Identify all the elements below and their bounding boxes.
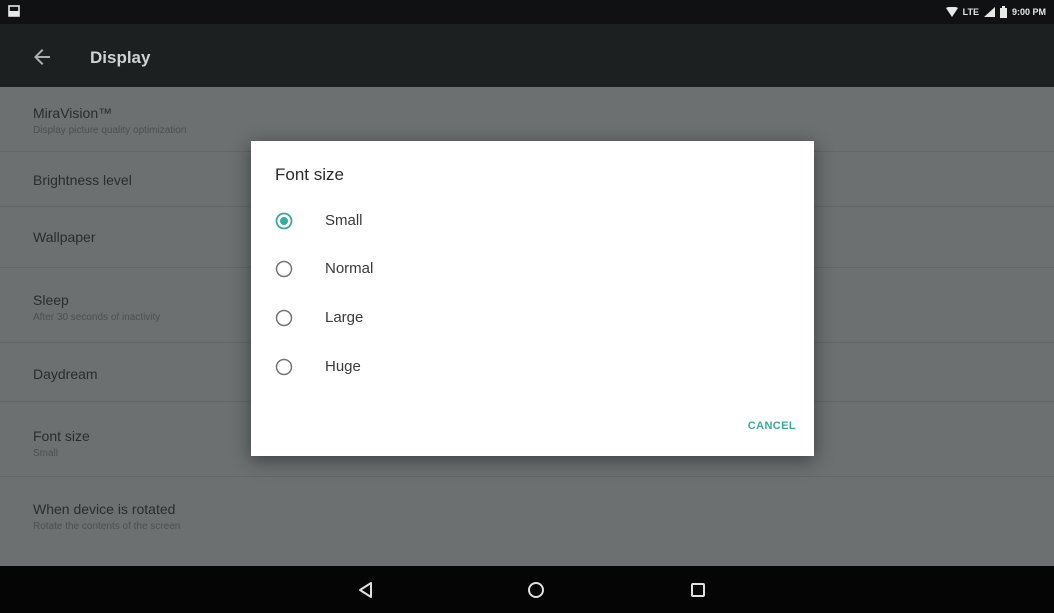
app-bar: Display — [0, 24, 1054, 87]
option-label: Normal — [325, 260, 374, 277]
setting-title: MiraVision™ — [33, 105, 113, 121]
setting-subtitle: Small — [33, 448, 59, 459]
setting-title: Brightness level — [33, 172, 132, 188]
navigation-bar — [0, 566, 1054, 613]
status-icons: LTE 9:00 PM — [945, 5, 1046, 19]
setting-subtitle: Rotate the contents of the screen — [33, 521, 181, 532]
font-option-normal[interactable]: Normal — [251, 249, 814, 289]
dialog-title: Font size — [275, 165, 344, 184]
setting-title: Sleep — [33, 292, 69, 308]
nav-home-icon[interactable] — [526, 580, 546, 600]
nav-recents-icon[interactable] — [688, 580, 708, 600]
battery-icon — [999, 6, 1007, 18]
radio-unselected-icon[interactable] — [275, 358, 293, 376]
notification-icon — [8, 5, 20, 17]
radio-selected-icon[interactable] — [275, 212, 293, 230]
network-type-label: LTE — [962, 7, 979, 17]
setting-subtitle: After 30 seconds of inactivity — [33, 312, 161, 323]
setting-subtitle: Display picture quality optimization — [33, 125, 187, 136]
option-label: Huge — [325, 358, 361, 375]
font-size-dialog: Font size Small Normal Large Huge CANCEL — [251, 141, 814, 456]
status-bar: LTE 9:00 PM — [0, 0, 1054, 24]
setting-title: When device is rotated — [33, 501, 176, 517]
option-label: Small — [325, 212, 363, 229]
signal-icon — [983, 7, 995, 17]
font-option-huge[interactable]: Huge — [251, 347, 814, 387]
setting-title: Font size — [33, 428, 90, 444]
setting-title: Wallpaper — [33, 229, 96, 245]
font-option-large[interactable]: Large — [251, 298, 814, 338]
font-option-small[interactable]: Small — [251, 201, 814, 241]
clock: 9:00 PM — [1011, 7, 1046, 17]
wifi-icon — [945, 7, 958, 17]
radio-unselected-icon[interactable] — [275, 260, 293, 278]
setting-rotation[interactable]: When device is rotated Rotate the conten… — [0, 477, 1054, 565]
setting-title: Daydream — [33, 366, 98, 382]
page-title: Display — [90, 48, 151, 67]
radio-unselected-icon[interactable] — [275, 309, 293, 327]
nav-back-icon[interactable] — [356, 580, 376, 600]
back-arrow-icon[interactable] — [30, 45, 54, 69]
cancel-button[interactable]: CANCEL — [726, 413, 796, 439]
option-label: Large — [325, 309, 364, 326]
